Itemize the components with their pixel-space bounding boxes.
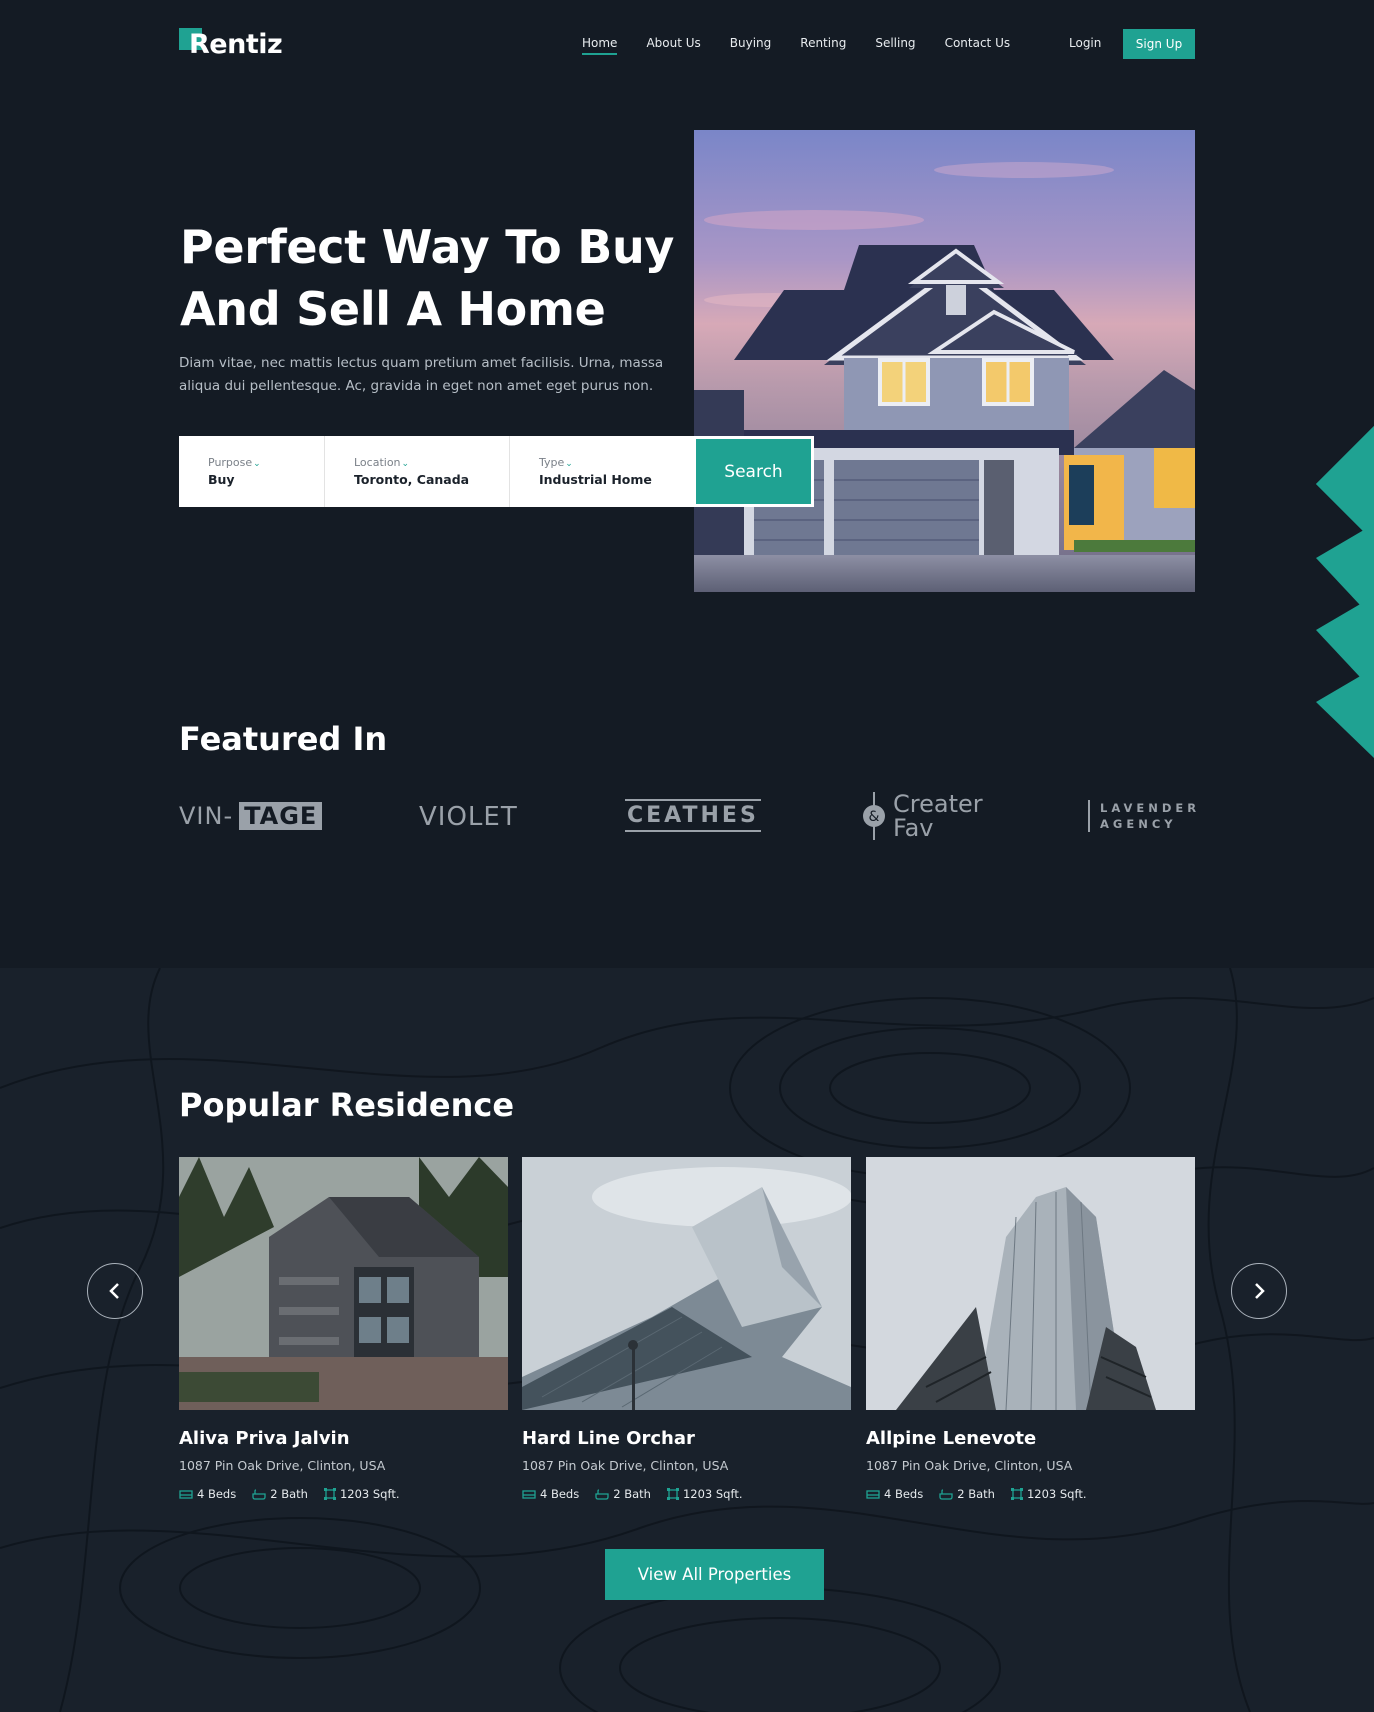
beds-feature: 4 Beds	[179, 1487, 236, 1501]
bed-icon	[866, 1489, 880, 1499]
property-address: 1087 Pin Oak Drive, Clinton, USA	[866, 1458, 1073, 1473]
hero-title: Perfect Way To Buy And Sell A Home	[180, 216, 700, 340]
featured-logos: VIN- TAGE VIOLET CEATHES & Creater Fav LA…	[179, 790, 1196, 842]
bath-feature: 2 Bath	[595, 1487, 651, 1501]
property-features: 4 Beds 2 Bath 1203 Sqft.	[179, 1487, 508, 1501]
property-image-tower	[866, 1157, 1195, 1410]
type-select[interactable]: Type⌄ Industrial Home	[510, 436, 694, 507]
property-card[interactable]: Allpine Lenevote 1087 Pin Oak Drive, Cli…	[866, 1157, 1195, 1501]
carousel-prev-button[interactable]	[87, 1263, 143, 1319]
purpose-label: Purpose⌄	[208, 456, 261, 469]
property-card[interactable]: Aliva Priva Jalvin 1087 Pin Oak Drive, C…	[179, 1157, 508, 1501]
view-all-properties-button[interactable]: View All Properties	[605, 1549, 824, 1600]
site-header: Rentiz Home About Us Buying Renting Sell…	[179, 28, 1195, 60]
login-link[interactable]: Login	[1069, 36, 1101, 50]
area-feature: 1203 Sqft.	[1010, 1487, 1087, 1501]
nav-renting[interactable]: Renting	[800, 36, 846, 55]
nav-contact-us[interactable]: Contact Us	[945, 36, 1011, 55]
brand-logo[interactable]: Rentiz	[179, 28, 283, 60]
signup-button[interactable]: Sign Up	[1123, 29, 1195, 59]
popular-title: Popular Residence	[179, 1086, 515, 1124]
hero-title-line1: Perfect Way To Buy	[180, 220, 675, 274]
purpose-value: Buy	[208, 472, 235, 487]
area-feature: 1203 Sqft.	[323, 1487, 400, 1501]
area-icon	[1010, 1488, 1023, 1500]
property-features: 4 Beds 2 Bath 1203 Sqft.	[522, 1487, 851, 1501]
hero-house-image	[694, 130, 1195, 592]
area-feature: 1203 Sqft.	[666, 1487, 743, 1501]
chevron-down-icon: ⌄	[565, 459, 573, 469]
property-features: 4 Beds 2 Bath 1203 Sqft.	[866, 1487, 1195, 1501]
property-title[interactable]: Aliva Priva Jalvin	[179, 1428, 508, 1449]
bed-icon	[522, 1489, 536, 1499]
main-nav: Home About Us Buying Renting Selling Con…	[582, 36, 1039, 55]
decorative-diamonds	[1316, 426, 1374, 758]
beds-feature: 4 Beds	[866, 1487, 923, 1501]
property-address: 1087 Pin Oak Drive, Clinton, USA	[179, 1458, 386, 1473]
property-image-modern-building	[522, 1157, 851, 1410]
hero-description: Diam vitae, nec mattis lectus quam preti…	[179, 355, 664, 394]
nav-home[interactable]: Home	[582, 36, 618, 55]
type-value: Industrial Home	[539, 472, 652, 487]
property-search-bar: Purpose⌄ Buy Location⌄ Toronto, Canada T…	[179, 436, 694, 507]
logo-vintage: VIN- TAGE	[179, 802, 323, 830]
logo-ceathes: CEATHES	[625, 799, 761, 832]
logo-text: Rentiz	[189, 29, 283, 60]
location-value: Toronto, Canada	[354, 472, 470, 487]
chevron-down-icon: ⌄	[253, 459, 261, 469]
ampersand-icon: &	[863, 792, 885, 840]
property-card[interactable]: Hard Line Orchar 1087 Pin Oak Drive, Cli…	[522, 1157, 851, 1501]
location-label: Location⌄	[354, 456, 410, 469]
svg-text:&: &	[869, 809, 880, 825]
type-label: Type⌄	[539, 456, 573, 469]
purpose-select[interactable]: Purpose⌄ Buy	[179, 436, 325, 507]
bath-feature: 2 Bath	[939, 1487, 995, 1501]
property-image-cabin	[179, 1157, 508, 1410]
bath-icon	[939, 1488, 953, 1500]
area-icon	[666, 1488, 679, 1500]
location-select[interactable]: Location⌄ Toronto, Canada	[325, 436, 510, 507]
logo-lavender: LAVENDER AGENCY	[1088, 800, 1200, 832]
bed-icon	[179, 1489, 193, 1499]
chevron-left-icon	[109, 1283, 119, 1299]
property-title[interactable]: Hard Line Orchar	[522, 1428, 851, 1449]
chevron-down-icon: ⌄	[401, 459, 410, 469]
nav-about-us[interactable]: About Us	[646, 36, 700, 55]
nav-buying[interactable]: Buying	[730, 36, 772, 55]
property-title[interactable]: Allpine Lenevote	[866, 1428, 1195, 1449]
beds-feature: 4 Beds	[522, 1487, 579, 1501]
property-address: 1087 Pin Oak Drive, Clinton, USA	[522, 1458, 729, 1473]
bath-icon	[595, 1488, 609, 1500]
hero-title-line2: And Sell A Home	[180, 282, 606, 336]
search-button[interactable]: Search	[693, 436, 814, 507]
area-icon	[323, 1488, 336, 1500]
bath-icon	[252, 1488, 266, 1500]
carousel-next-button[interactable]	[1231, 1263, 1287, 1319]
bath-feature: 2 Bath	[252, 1487, 308, 1501]
logo-violet: VIOLET	[419, 802, 518, 832]
chevron-right-icon	[1255, 1283, 1265, 1299]
nav-selling[interactable]: Selling	[875, 36, 915, 55]
house-illustration	[694, 130, 1195, 592]
logo-createrfav: & Creater Fav	[861, 790, 991, 842]
featured-title: Featured In	[179, 720, 388, 758]
